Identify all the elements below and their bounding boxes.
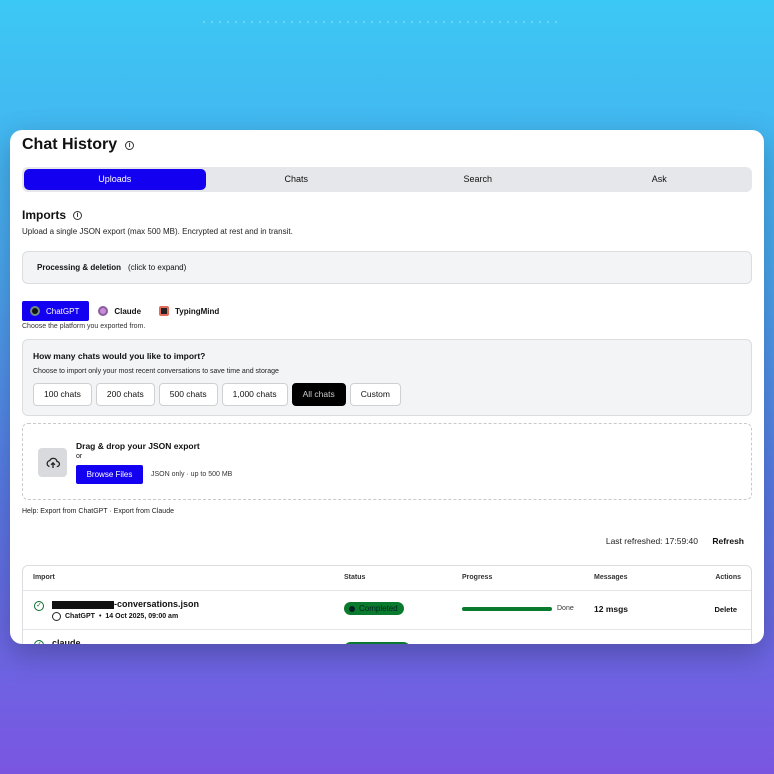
last-refreshed: Last refreshed: 17:59:40	[605, 536, 698, 546]
import-count-panel: How many chats would you like to import?…	[22, 339, 752, 416]
column-header-status: Status	[344, 574, 366, 581]
import-file-name: claude	[52, 638, 81, 644]
claude-icon	[98, 306, 109, 316]
status-label: Completed	[359, 604, 398, 613]
chat-history-window: Chat History i Uploads Chats Search Ask …	[10, 130, 764, 644]
page-title: Chat History	[22, 136, 118, 153]
message-count: 12 msgs	[594, 604, 629, 614]
import-count-options: 100 chats 200 chats 500 chats 1,000 chat…	[33, 383, 401, 406]
help-links[interactable]: Help: Export from ChatGPT · Export from …	[22, 508, 174, 515]
chatgpt-icon	[30, 306, 40, 316]
progress-bar	[462, 607, 552, 611]
platform-label: ChatGPT	[46, 306, 80, 316]
imports-title: Imports	[22, 208, 67, 222]
platform-selector: ChatGPT Claude TypingMind	[22, 301, 228, 321]
option-500-chats[interactable]: 500 chats	[158, 383, 218, 406]
import-platform: ChatGPT	[65, 613, 95, 620]
column-header-actions: Actions	[715, 574, 741, 581]
status-badge: Completed	[344, 602, 404, 615]
info-icon[interactable]: i	[73, 210, 83, 220]
platform-label: Claude	[114, 306, 142, 316]
info-icon[interactable]: i	[125, 140, 135, 150]
import-meta: ChatGPT • 14 Oct 2025, 09:00 am	[52, 612, 178, 621]
tab-bar: Uploads Chats Search Ask	[22, 167, 752, 192]
divider	[23, 590, 751, 591]
refresh-button[interactable]: Refresh	[712, 536, 744, 546]
delete-button[interactable]: Delete	[714, 605, 737, 614]
status-badge	[344, 642, 410, 644]
column-header-progress: Progress	[462, 574, 493, 581]
tab-search[interactable]: Search	[387, 169, 569, 190]
background-dots	[200, 18, 560, 28]
completed-check-icon: ✓	[34, 601, 44, 611]
imports-subtitle: Upload a single JSON export (max 500 MB)…	[22, 227, 293, 236]
page-header: Chat History i	[22, 136, 135, 154]
expander-title: Processing & deletion	[37, 263, 122, 272]
processing-deletion-expander[interactable]: Processing & deletion (click to expand)	[22, 251, 752, 284]
expander-hint: (click to expand)	[128, 263, 187, 272]
progress-label: Done	[557, 605, 574, 612]
column-header-import: Import	[33, 574, 55, 581]
platform-label: TypingMind	[175, 306, 220, 316]
platform-typingmind[interactable]: TypingMind	[150, 301, 228, 321]
file-dropzone[interactable]: Drag & drop your JSON export or Browse F…	[22, 423, 752, 500]
imports-header: Imports i	[22, 208, 83, 222]
typingmind-icon	[159, 306, 170, 316]
import-date: 14 Oct 2025, 09:00 am	[105, 613, 179, 620]
browse-files-button[interactable]: Browse Files	[76, 465, 143, 484]
option-all-chats[interactable]: All chats	[291, 383, 346, 406]
platform-chatgpt[interactable]: ChatGPT	[22, 301, 90, 321]
tab-uploads[interactable]: Uploads	[24, 169, 206, 190]
import-count-question: How many chats would you like to import?	[33, 351, 206, 361]
completed-check-icon: ✓	[34, 640, 44, 644]
option-200-chats[interactable]: 200 chats	[95, 383, 155, 406]
dropzone-or: or	[76, 453, 83, 460]
redacted-text	[52, 600, 114, 609]
tab-chats[interactable]: Chats	[206, 169, 388, 190]
tab-ask[interactable]: Ask	[569, 169, 751, 190]
dropzone-title: Drag & drop your JSON export	[76, 441, 200, 451]
import-count-description: Choose to import only your most recent c…	[33, 368, 279, 375]
chatgpt-icon	[52, 612, 61, 621]
dropzone-limit: JSON only · up to 500 MB	[151, 471, 233, 478]
column-header-messages: Messages	[594, 574, 628, 581]
divider	[23, 629, 751, 630]
option-1000-chats[interactable]: 1,000 chats	[221, 383, 288, 406]
option-custom[interactable]: Custom	[349, 383, 401, 406]
imports-table: Import Status Progress Messages Actions …	[22, 565, 752, 644]
platform-claude[interactable]: Claude	[89, 301, 150, 321]
platform-hint: Choose the platform you exported from.	[22, 323, 146, 330]
cloud-upload-icon	[38, 448, 67, 477]
option-100-chats[interactable]: 100 chats	[33, 383, 92, 406]
import-file-name: -conversations.json	[52, 599, 199, 609]
